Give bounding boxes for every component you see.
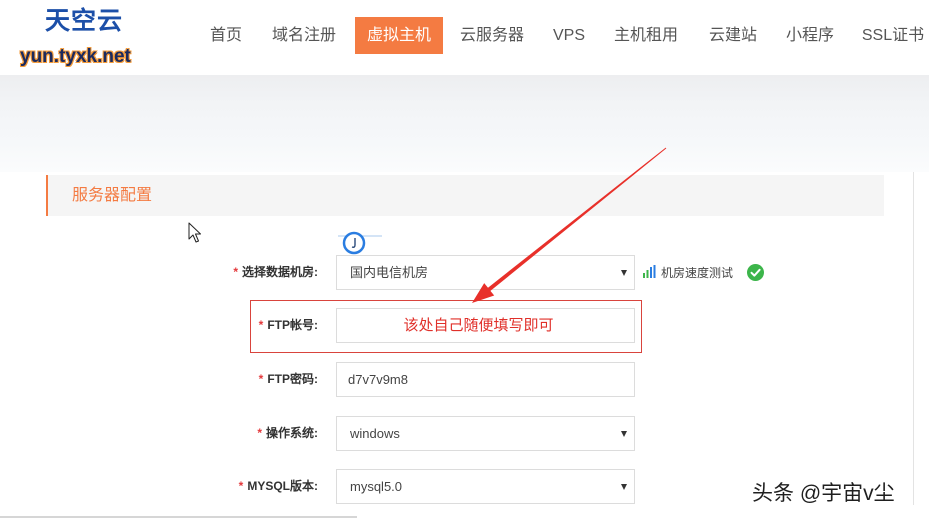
os-label-text: 操作系统: (266, 426, 318, 440)
mysql-select[interactable]: mysql5.0 (336, 469, 635, 504)
mysql-select-value: mysql5.0 (350, 479, 403, 494)
logo-brand-name: 天空云 (45, 7, 124, 35)
ftp-account-label: * FTP帐号: (150, 308, 318, 343)
logo-domain: yun.tyxk.net (20, 46, 131, 67)
loading-spinner-icon (336, 228, 386, 258)
datacenter-select[interactable]: 国内电信机房 (336, 255, 635, 290)
nav-item-vps[interactable]: VPS (539, 17, 599, 54)
required-mark: * (258, 318, 264, 332)
nav-item-home[interactable]: 首页 (195, 17, 257, 54)
ftp-password-input[interactable] (336, 362, 635, 397)
mouse-pointer-icon (188, 222, 202, 244)
site-logo[interactable]: 天空云 yun.tyxk.net (0, 0, 170, 75)
nav-item-domain[interactable]: 域名注册 (264, 17, 344, 54)
speed-test-link[interactable]: 机房速度测试 (643, 263, 733, 283)
os-select-value: windows (350, 426, 400, 441)
required-mark: * (258, 372, 264, 386)
nav-item-mini-program[interactable]: 小程序 (778, 17, 842, 54)
watermark: 头条 @宇宙v尘 (752, 482, 895, 505)
required-mark: * (257, 426, 262, 440)
container-divider (913, 172, 914, 505)
caret-down-icon (621, 270, 627, 276)
datacenter-label-text: 选择数据机房: (242, 265, 318, 279)
caret-down-icon (621, 431, 627, 437)
section-header: 服务器配置 (46, 175, 884, 216)
ftp-password-label-text: FTP密码: (267, 372, 318, 386)
nav-item-host-rental[interactable]: 主机租用 (606, 17, 686, 54)
required-mark: * (233, 265, 238, 279)
ftp-account-label-text: FTP帐号: (267, 318, 318, 332)
mysql-label-text: MYSQL版本: (247, 479, 318, 493)
site-header: 天空云 yun.tyxk.net 首页 域名注册 虚拟主机 云服务器 VPS 主… (0, 0, 929, 75)
page-banner (0, 75, 929, 172)
os-select[interactable]: windows (336, 416, 635, 451)
mysql-label: * MYSQL版本: (150, 469, 318, 504)
bottom-divider (0, 516, 357, 518)
required-mark: * (238, 479, 244, 493)
section-title: 服务器配置 (72, 187, 153, 204)
datacenter-select-value: 国内电信机房 (350, 265, 429, 280)
speed-test-label: 机房速度测试 (661, 266, 734, 280)
check-circle-icon (747, 264, 764, 281)
signal-bars-icon (643, 264, 656, 278)
nav-item-cloud-server[interactable]: 云服务器 (452, 17, 532, 54)
os-label: * 操作系统: (150, 416, 318, 451)
caret-down-icon (621, 484, 627, 490)
nav-item-site-builder[interactable]: 云建站 (701, 17, 765, 54)
datacenter-label: * 选择数据机房: (150, 255, 318, 290)
nav-item-virtual-host[interactable]: 虚拟主机 (355, 17, 443, 54)
nav-item-ssl[interactable]: SSL证书 (861, 17, 925, 54)
ftp-password-label: * FTP密码: (150, 362, 318, 397)
ftp-account-input[interactable] (336, 308, 635, 343)
